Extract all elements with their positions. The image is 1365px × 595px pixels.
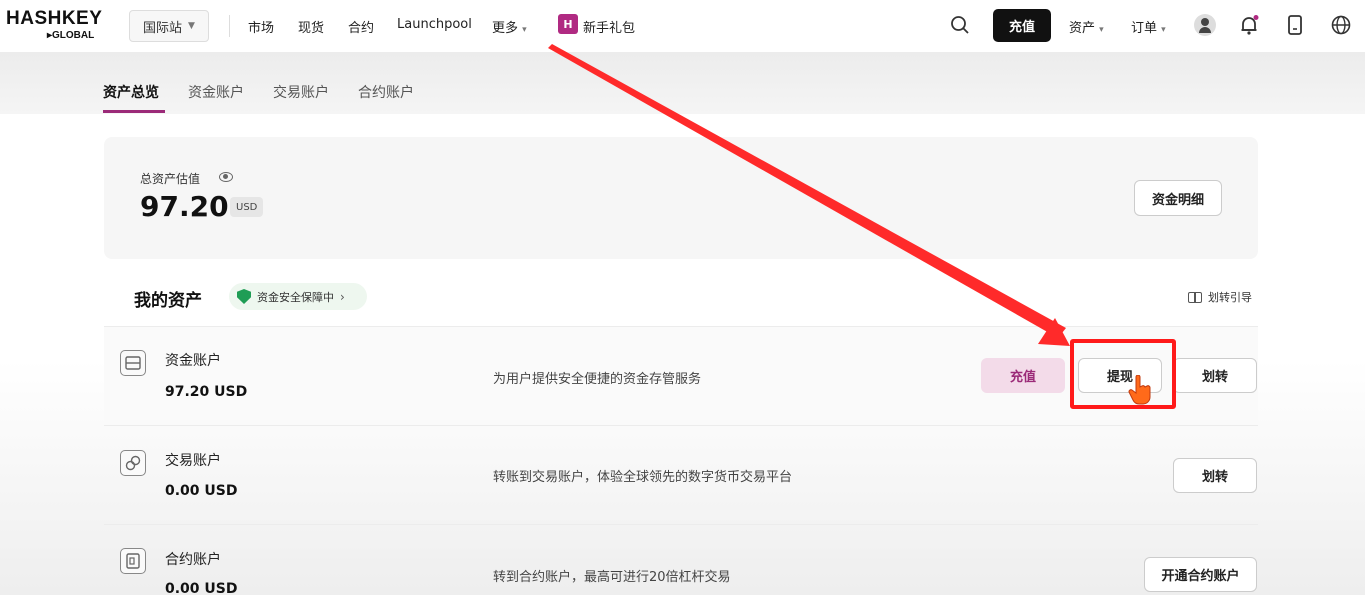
- safety-badge[interactable]: 资金安全保障中 ›: [229, 283, 367, 310]
- transfer-guide-label: 划转引导: [1208, 291, 1252, 304]
- transfer-button-trading[interactable]: 划转: [1173, 458, 1257, 493]
- open-futures-account-button[interactable]: 开通合约账户: [1144, 557, 1257, 592]
- region-label: 国际站: [143, 20, 183, 36]
- deposit-button-funding[interactable]: 充值: [981, 358, 1065, 393]
- account-balance: 0.00 USD: [165, 581, 238, 595]
- nav-item-launchpool[interactable]: Launchpool: [397, 17, 472, 32]
- safety-badge-label: 资金安全保障中: [257, 290, 334, 304]
- account-balance: 0.00 USD: [165, 483, 238, 499]
- account-name: 资金账户: [165, 353, 221, 369]
- nav-item-more-label: 更多: [492, 21, 519, 36]
- deposit-button[interactable]: 充值: [993, 9, 1051, 42]
- total-assets-value: 97.20: [140, 190, 229, 223]
- account-name: 合约账户: [165, 552, 221, 568]
- nav-item-spot[interactable]: 现货: [298, 17, 324, 36]
- download-icon[interactable]: [1284, 14, 1306, 36]
- chevron-right-icon: ›: [340, 289, 345, 304]
- tab-trading-account[interactable]: 交易账户: [273, 82, 329, 102]
- account-description: 转到合约账户，最高可进行20倍杠杆交易: [493, 570, 731, 585]
- account-name: 交易账户: [165, 453, 221, 469]
- nav-item-market[interactable]: 市场: [248, 17, 274, 36]
- bell-icon[interactable]: [1238, 14, 1260, 36]
- nav-divider: [229, 15, 230, 37]
- top-nav: HASHKEY ▸GLOBAL 国际站 ▼ 市场 现货 合约 Launchpoo…: [0, 0, 1365, 52]
- chevron-down-icon: ▾: [1161, 25, 1166, 35]
- total-assets-label: 总资产估值: [140, 172, 201, 186]
- fund-details-button[interactable]: 资金明细: [1134, 180, 1222, 216]
- tab-futures-account[interactable]: 合约账户: [358, 82, 414, 102]
- gift-icon[interactable]: H: [558, 14, 578, 34]
- nav-item-assets[interactable]: 资产 ▾: [1069, 17, 1104, 36]
- hand-pointer-icon: [1128, 374, 1152, 405]
- active-tab-indicator: [103, 110, 165, 113]
- chevron-down-icon: ▾: [522, 25, 527, 35]
- shield-icon: [237, 289, 251, 304]
- logo-sub: ▸GLOBAL: [47, 30, 95, 41]
- book-icon: [1188, 291, 1202, 303]
- tab-asset-overview[interactable]: 资产总览: [103, 82, 159, 102]
- nav-item-futures[interactable]: 合约: [348, 17, 374, 36]
- logo-brand: HASHKEY: [6, 8, 103, 29]
- region-selector[interactable]: 国际站 ▼: [129, 10, 209, 42]
- logo[interactable]: HASHKEY ▸GLOBAL: [4, 8, 114, 44]
- account-description: 为用户提供安全便捷的资金存管服务: [493, 372, 702, 387]
- nav-item-more[interactable]: 更多 ▾: [492, 17, 527, 36]
- annotation-highlight-box: [1070, 339, 1176, 409]
- nav-item-orders-label: 订单: [1131, 21, 1158, 36]
- nav-item-orders[interactable]: 订单 ▾: [1131, 17, 1166, 36]
- account-description: 转账到交易账户，体验全球领先的数字货币交易平台: [493, 470, 793, 485]
- nav-item-assets-label: 资产: [1069, 21, 1096, 36]
- eye-icon[interactable]: [219, 172, 233, 182]
- contract-icon: [120, 548, 146, 574]
- total-assets-card: [104, 137, 1258, 259]
- my-assets-title: 我的资产: [134, 291, 202, 311]
- globe-icon[interactable]: [1330, 14, 1352, 36]
- transfer-button-funding[interactable]: 划转: [1173, 358, 1257, 393]
- tab-funding-account[interactable]: 资金账户: [188, 82, 244, 102]
- nav-item-newbie-gift[interactable]: 新手礼包: [583, 17, 635, 36]
- wallet-icon: [120, 350, 146, 376]
- chevron-down-icon: ▼: [188, 21, 195, 31]
- total-assets-unit: USD: [230, 197, 264, 217]
- account-balance: 97.20 USD: [165, 384, 248, 400]
- exchange-icon: [120, 450, 146, 476]
- search-icon[interactable]: [949, 14, 971, 36]
- chevron-down-icon: ▾: [1099, 25, 1104, 35]
- avatar[interactable]: [1194, 14, 1216, 36]
- transfer-guide-link[interactable]: 划转引导: [1188, 289, 1252, 305]
